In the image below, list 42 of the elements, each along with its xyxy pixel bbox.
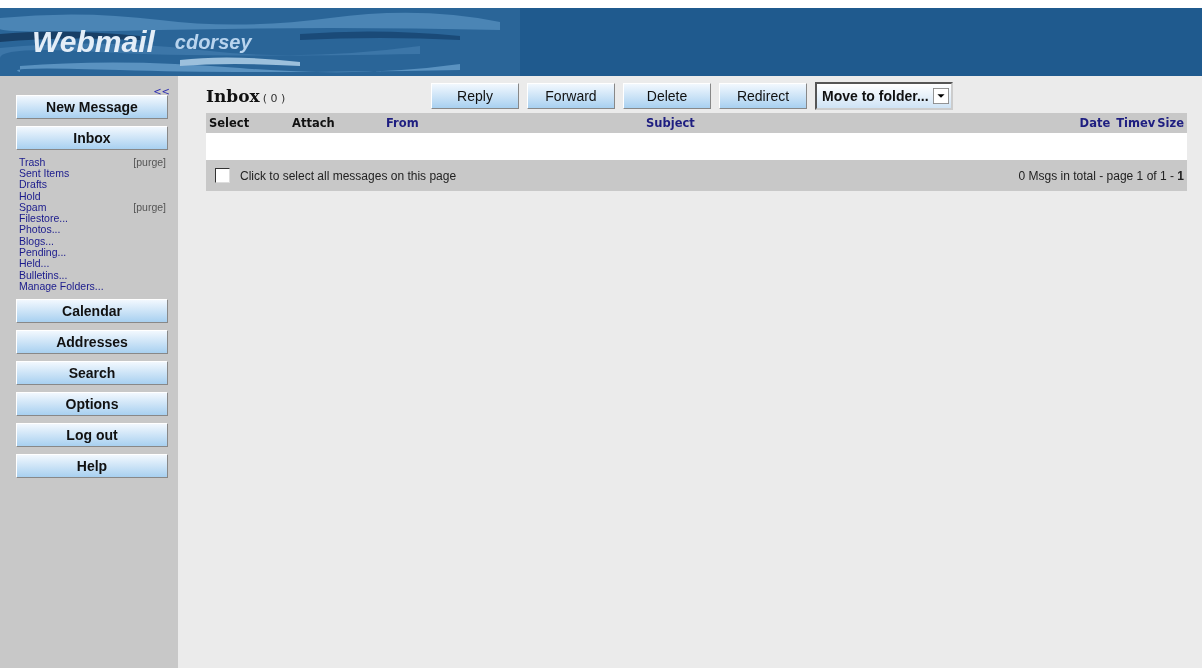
sort-column-header[interactable]: Size	[1157, 116, 1184, 130]
sort-column-header[interactable]: Timev	[1116, 116, 1156, 130]
sort-column-header[interactable]: Date	[1079, 116, 1111, 130]
folder-link[interactable]: Drafts	[19, 178, 47, 191]
sort-column-header[interactable]: Subject	[646, 116, 1080, 130]
nav-button[interactable]: New Message	[16, 95, 168, 119]
purge-link[interactable]: [purge]	[133, 200, 166, 213]
folder-link[interactable]: Sent Items	[19, 166, 70, 179]
nav-button[interactable]: Search	[16, 360, 168, 385]
user-name: cdorsey	[174, 30, 252, 54]
folder-link[interactable]: Trash	[19, 155, 46, 168]
sort-column-header[interactable]: From	[386, 116, 646, 130]
nav-button[interactable]: Log out	[16, 422, 168, 447]
folder-link[interactable]: Manage Folders...	[19, 279, 104, 292]
nav-button[interactable]: Help	[16, 453, 168, 478]
folder-link[interactable]: Held...	[19, 257, 50, 270]
toolbar-button[interactable]: Redirect	[719, 83, 807, 109]
folder-link[interactable]: Photos...	[19, 223, 61, 236]
nav-button[interactable]: Calendar	[16, 298, 168, 323]
toolbar-button[interactable]: Reply	[431, 83, 519, 109]
folder-link[interactable]: Filestore...	[19, 212, 68, 225]
folder-link[interactable]: Hold	[19, 189, 41, 202]
select-all-label: Click to select all messages on this page	[240, 168, 457, 183]
nav-button[interactable]: Inbox	[16, 126, 168, 150]
folder-link[interactable]: Blogs...	[19, 234, 55, 247]
folder-link[interactable]: Pending...	[19, 246, 67, 259]
toolbar-button[interactable]: Delete	[623, 83, 711, 109]
message-count: ( 0 )	[262, 92, 286, 105]
move-folder-select[interactable]: Move to folder...	[815, 82, 953, 110]
app-logo: Webmail	[32, 25, 155, 59]
select-all-checkbox[interactable]	[215, 168, 230, 183]
nav-button[interactable]: Addresses	[16, 329, 168, 354]
collapse-link[interactable]: <<	[153, 86, 170, 97]
toolbar-button[interactable]: Forward	[527, 83, 615, 109]
column-header: Attach	[292, 116, 336, 130]
column-header: Select	[209, 116, 251, 130]
purge-link[interactable]: [purge]	[133, 155, 166, 168]
folder-link[interactable]: Bulletins...	[19, 268, 68, 281]
nav-button[interactable]: Options	[16, 391, 168, 416]
paging-info: 0 Msgs in total - page 1 of 1 - 1	[1018, 168, 1184, 183]
folder-link[interactable]: Spam	[19, 200, 47, 213]
mailbox-title: Inbox	[206, 86, 260, 106]
